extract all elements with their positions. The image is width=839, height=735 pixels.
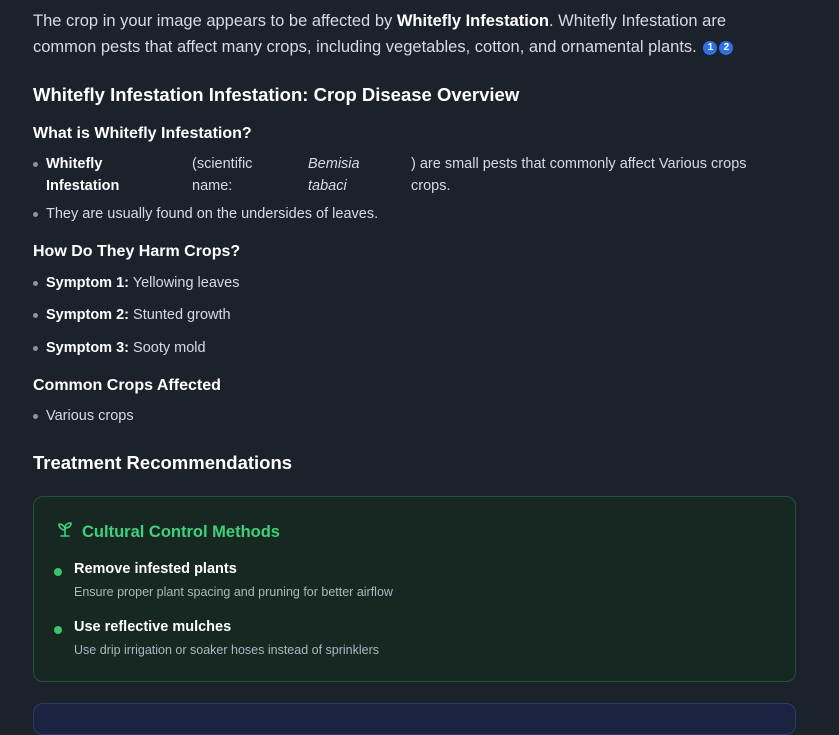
- list-item: They are usually found on the undersides…: [33, 203, 378, 225]
- scientific-label: (scientific name:: [192, 156, 253, 194]
- citation-badge-2[interactable]: 2: [719, 41, 734, 55]
- symptom-item: Symptom 1: Yellowing leaves: [33, 272, 239, 294]
- pest-name: Whitefly Infestation: [396, 12, 550, 30]
- symptom-item: Symptom 2: Stunted growth: [33, 304, 231, 326]
- symptom-item: Symptom 3: Sooty mold: [33, 337, 206, 359]
- citation-badge-1[interactable]: 1: [703, 41, 718, 55]
- scientific-name: Bemisia tabaci: [308, 156, 360, 194]
- recommendation-desc: Ensure proper plant spacing and pruning …: [74, 585, 393, 599]
- cultural-control-card: Cultural Control Methods Remove infested…: [33, 496, 796, 682]
- card-title-text: Cultural Control Methods: [82, 523, 280, 541]
- symptom-value: Yellowing leaves: [132, 275, 240, 291]
- recommendation-title: Use reflective mulches: [74, 619, 232, 635]
- intro-paragraph: The crop in your image appears to be aff…: [33, 8, 773, 60]
- recommendation-desc: Use drip irrigation or soaker hoses inst…: [74, 643, 379, 657]
- recommendation-title: Remove infested plants: [74, 561, 237, 577]
- list-item: Whitefly Infestation (scientific name: B…: [33, 153, 786, 197]
- crop-name: Various crops: [46, 408, 134, 424]
- treatment-heading: Treatment Recommendations: [33, 452, 293, 473]
- crops-heading: Common Crops Affected: [33, 377, 221, 394]
- pest-name-bold: Whitefly Infestation: [46, 156, 120, 194]
- what-is-heading: What is Whitefly Infestation?: [33, 125, 252, 142]
- pest-description: ) are small pests that commonly affect V…: [411, 156, 747, 194]
- sprout-icon: [58, 521, 74, 542]
- bullet-dot: [54, 626, 62, 634]
- bullet-dot: [54, 568, 62, 576]
- card-title: Cultural Control Methods: [58, 521, 280, 542]
- symptom-value: Sooty mold: [133, 340, 206, 356]
- overview-title: Whitefly Infestation Infestation: Crop D…: [33, 84, 520, 105]
- harm-heading: How Do They Harm Crops?: [33, 243, 241, 260]
- list-item-text: They are usually found on the undersides…: [46, 206, 379, 222]
- symptom-label: Symptom 1:: [46, 275, 129, 291]
- next-treatment-card: [33, 703, 796, 735]
- symptom-label: Symptom 3:: [46, 340, 129, 356]
- intro-text: The crop in your image appears to be aff…: [33, 12, 397, 30]
- symptom-label: Symptom 2:: [46, 307, 129, 323]
- crop-item: Various crops: [33, 405, 134, 427]
- symptom-value: Stunted growth: [133, 307, 231, 323]
